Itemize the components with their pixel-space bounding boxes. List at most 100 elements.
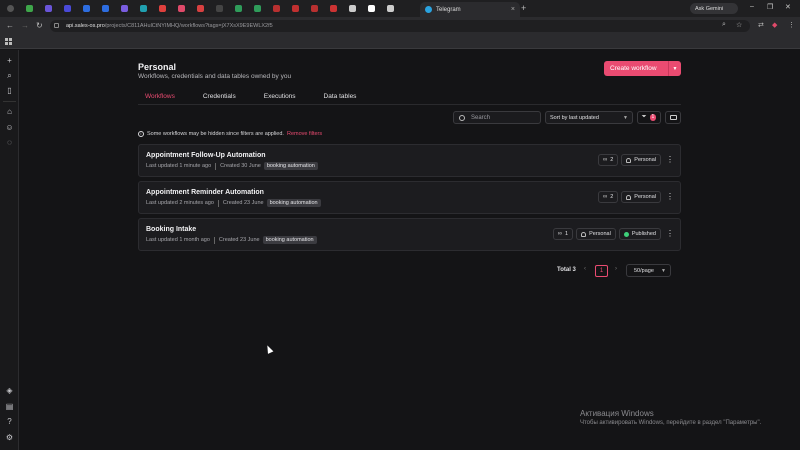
folder-icon	[669, 115, 677, 120]
owner-pill[interactable]: Personal	[621, 191, 661, 203]
translate-icon[interactable]: ⇄	[758, 21, 764, 29]
tab-search-icon[interactable]	[4, 3, 17, 14]
workflow-name[interactable]: Appointment Reminder Automation	[146, 189, 264, 196]
pinned-tab-favicon-icon[interactable]	[99, 3, 112, 14]
workflow-tag[interactable]: booking automation	[266, 199, 321, 207]
forward-icon[interactable]: →	[21, 21, 29, 30]
workflow-card[interactable]: Appointment Reminder Automation Last upd…	[138, 181, 681, 214]
new-tab-icon[interactable]: +	[521, 3, 526, 13]
workflow-updated: Last updated 1 minute ago	[146, 163, 212, 169]
telegram-icon	[425, 6, 432, 13]
workflow-created: Created 23 June	[218, 237, 260, 243]
layers-icon[interactable]: ◈	[5, 386, 14, 395]
pinned-tab-favicon-icon[interactable]	[232, 3, 245, 14]
close-window-icon[interactable]: ✕	[785, 3, 791, 11]
pinned-tab-favicon-icon[interactable]	[308, 3, 321, 14]
person-icon	[626, 157, 632, 163]
search-placeholder: Search	[471, 114, 491, 121]
workflow-name[interactable]: Appointment Follow-Up Automation	[146, 152, 266, 159]
panel-icon[interactable]: ▯	[5, 86, 14, 95]
minimize-icon[interactable]: –	[750, 3, 754, 10]
pinned-tab-favicon-icon[interactable]	[118, 3, 131, 14]
pinned-tab-favicon-icon[interactable]	[213, 3, 226, 14]
pinned-tab-favicon-icon[interactable]	[23, 3, 36, 14]
url-field[interactable]: api.sales-os.pro/projects/C811AHulCtNYIM…	[50, 20, 750, 32]
pinned-tab-favicon-icon[interactable]	[137, 3, 150, 14]
workflow-meta: Last updated 2 minutes ago Created 23 Ju…	[146, 199, 321, 207]
site-info-icon[interactable]	[54, 23, 59, 28]
page-button-current[interactable]: 1	[595, 265, 608, 277]
status-label: Published	[631, 231, 656, 237]
close-tab-icon[interactable]: ×	[511, 6, 515, 13]
reload-icon[interactable]: ↻	[36, 21, 43, 30]
home-icon[interactable]: ⌂	[5, 107, 14, 116]
apps-grid-icon[interactable]	[5, 38, 12, 45]
create-workflow-button[interactable]: Create workflow ▼	[604, 61, 681, 76]
extension-icon[interactable]: ◆	[772, 21, 777, 29]
next-page-icon[interactable]: ›	[615, 266, 617, 272]
pinned-tab-favicon-icon[interactable]	[42, 3, 55, 14]
activation-title: Активация Windows	[580, 409, 654, 418]
page-title: Personal	[138, 62, 177, 72]
folder-button[interactable]	[665, 111, 681, 124]
pinned-tab-favicon-icon[interactable]	[384, 3, 397, 14]
bookmark-star-icon[interactable]: ☆	[736, 21, 742, 29]
workflow-tag[interactable]: booking automation	[262, 236, 317, 244]
meta-divider	[215, 162, 217, 170]
pinned-tab-favicon-icon[interactable]	[194, 3, 207, 14]
workflow-card[interactable]: Booking Intake Last updated 1 month ago …	[138, 218, 681, 251]
back-icon[interactable]: ←	[6, 21, 14, 30]
more-options-icon[interactable]: ⋮	[666, 156, 674, 164]
shared-links-pill[interactable]: ∞ 1	[552, 228, 574, 240]
workflow-created: Created 30 June	[220, 163, 261, 169]
chat-icon[interactable]: ◌	[5, 138, 14, 147]
browser-tab-active[interactable]: Telegram ×	[420, 2, 520, 17]
help-icon[interactable]: ?	[5, 417, 14, 426]
menu-icon[interactable]: ⋮	[788, 21, 795, 29]
sort-select[interactable]: Sort by last updated ▼	[545, 111, 633, 124]
pinned-tab-favicon-icon[interactable]	[156, 3, 169, 14]
pinned-tab-favicon-icon[interactable]	[251, 3, 264, 14]
shared-links-pill[interactable]: ∞ 2	[597, 191, 619, 203]
url-path: /projects/C811AHulCtNYIMHQ/workflows?tag…	[104, 23, 273, 29]
pinned-tab-favicon-icon[interactable]	[327, 3, 340, 14]
meta-divider	[217, 199, 219, 207]
more-options-icon[interactable]: ⋮	[666, 230, 674, 238]
zoom-icon[interactable]: ⌕	[722, 21, 726, 29]
filter-count-badge: 1	[649, 114, 657, 121]
prev-page-icon[interactable]: ‹	[584, 266, 586, 272]
owner-pill[interactable]: Personal	[576, 228, 616, 240]
owner-pill[interactable]: Personal	[621, 154, 661, 166]
more-options-icon[interactable]: ⋮	[666, 193, 674, 201]
owner-label: Personal	[634, 157, 656, 163]
url-host: api.sales-os.pro	[66, 23, 105, 29]
filter-notice-text: Some workflows may be hidden since filte…	[147, 131, 284, 137]
filter-button[interactable]: ⏷ 1	[637, 111, 661, 124]
page-size-select[interactable]: 50/page ▼	[626, 264, 671, 277]
pinned-tab-favicon-icon[interactable]	[80, 3, 93, 14]
pinned-tab-favicon-icon[interactable]	[175, 3, 188, 14]
pinned-tab-favicon-icon[interactable]	[270, 3, 283, 14]
remove-filters-link[interactable]: Remove filters	[287, 131, 322, 137]
pinned-tab-favicon-icon[interactable]	[61, 3, 74, 14]
ask-gemini-button[interactable]: Ask Gemini	[690, 3, 738, 14]
page-subtitle: Workflows, credentials and data tables o…	[138, 73, 292, 80]
shared-links-pill[interactable]: ∞ 2	[597, 154, 619, 166]
chart-icon[interactable]: ▤	[5, 402, 14, 411]
search-icon[interactable]: ⌕	[5, 71, 14, 80]
workflow-name[interactable]: Booking Intake	[146, 226, 196, 233]
workflow-actions: ∞ 2 Personal ⋮	[595, 154, 674, 166]
workflow-tag[interactable]: booking automation	[263, 162, 318, 170]
search-input[interactable]: Search	[453, 111, 541, 124]
user-icon[interactable]: ☺	[5, 123, 14, 132]
maximize-icon[interactable]: ❐	[767, 3, 773, 11]
meta-divider	[213, 236, 215, 244]
plus-icon[interactable]: +	[5, 56, 14, 65]
workflow-card[interactable]: Appointment Follow-Up Automation Last up…	[138, 144, 681, 177]
gear-icon[interactable]: ⚙	[5, 433, 14, 442]
chevron-down-icon[interactable]: ▼	[668, 61, 681, 76]
pinned-tab-favicon-icon[interactable]	[346, 3, 359, 14]
pinned-tab-favicon-icon[interactable]	[365, 3, 378, 14]
tabs-divider	[138, 104, 681, 105]
pinned-tab-favicon-icon[interactable]	[289, 3, 302, 14]
